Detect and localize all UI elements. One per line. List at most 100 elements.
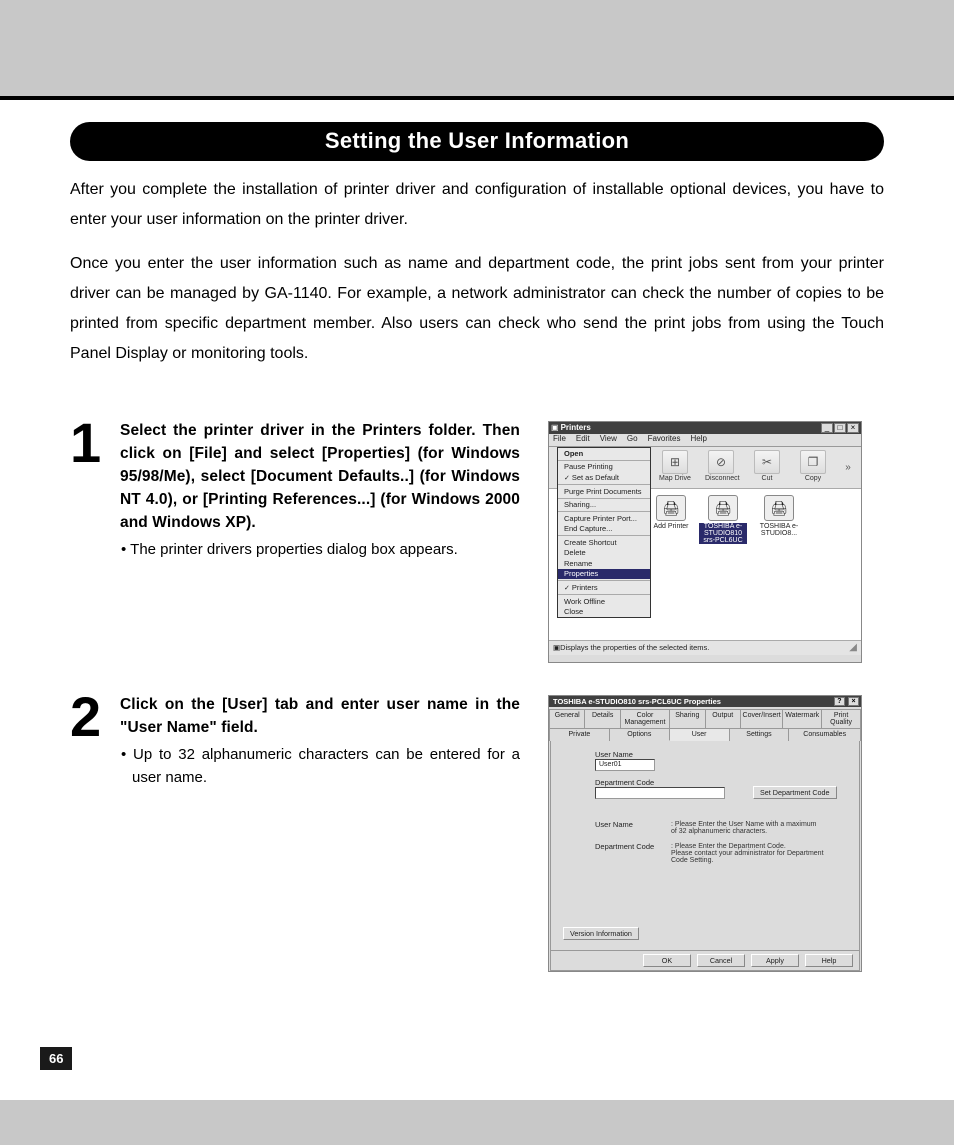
folder-icon: ▣ <box>551 424 559 432</box>
tab-options[interactable]: Options <box>609 728 669 741</box>
menu-create-shortcut[interactable]: Create Shortcut <box>558 537 650 548</box>
tab-strip: General Details Color Management Sharing… <box>549 707 861 741</box>
copy-icon: ❐ <box>800 450 826 474</box>
intro-paragraph-2: Once you enter the user information such… <box>70 249 884 369</box>
user-tab-panel: User Name User01 Department Code Set Dep… <box>550 741 860 951</box>
tab-consumables[interactable]: Consumables <box>788 728 861 741</box>
toolbar-disconnect-button[interactable]: ⊘Disconnect <box>705 449 737 486</box>
deptcode-label: Department Code <box>595 779 845 787</box>
tab-general[interactable]: General <box>549 709 584 728</box>
tab-color-management[interactable]: Color Management <box>620 709 669 728</box>
menu-purge[interactable]: Purge Print Documents <box>558 486 650 497</box>
tab-details[interactable]: Details <box>584 709 619 728</box>
version-info-button[interactable]: Version Information <box>563 927 639 940</box>
printer-other-label: TOSHIBA e-STUDIO8... <box>755 523 803 537</box>
tab-private[interactable]: Private <box>549 728 609 741</box>
status-text: Displays the properties of the selected … <box>560 644 709 652</box>
menu-favorites[interactable]: Favorites <box>648 435 681 445</box>
window-controls: _ □ × <box>821 423 859 433</box>
document-page: Setting the User Information After you c… <box>0 0 954 1145</box>
tab-user[interactable]: User <box>669 728 729 741</box>
window-titlebar: ▣ Printers _ □ × <box>549 422 861 434</box>
username-label: User Name <box>595 751 845 759</box>
chevron-right-icon[interactable]: » <box>843 463 853 473</box>
toolbar-map-drive-button[interactable]: ⊞Map Drive <box>659 449 691 486</box>
maximize-icon[interactable]: □ <box>834 423 846 433</box>
deptcode-input[interactable] <box>595 787 725 799</box>
hint-deptcode-label: Department Code <box>595 843 657 864</box>
tab-settings[interactable]: Settings <box>729 728 789 741</box>
menu-file[interactable]: File <box>553 435 566 445</box>
menu-work-offline[interactable]: Work Offline <box>558 596 650 607</box>
hint-username-text: : Please Enter the User Name with a maxi… <box>671 821 821 835</box>
printer-selected-item[interactable]: 🖨 TOSHIBA e-STUDIO810 srs-PCL6UC <box>699 495 747 544</box>
tab-watermark[interactable]: Watermark <box>782 709 821 728</box>
step-1-number: 1 <box>70 419 110 467</box>
step-1-note: The printer drivers properties dialog bo… <box>120 538 520 561</box>
help-button[interactable]: Help <box>805 954 853 967</box>
resize-grip-icon[interactable]: ◢ <box>849 643 857 653</box>
menu-printers[interactable]: Printers <box>558 582 650 593</box>
screenshot-printers-window: ▣ Printers _ □ × File Edit View Go Fav <box>548 421 862 663</box>
menu-sharing[interactable]: Sharing... <box>558 500 650 511</box>
page-number: 66 <box>40 1047 72 1070</box>
hint-deptcode-text: : Please Enter the Department Code. Plea… <box>671 843 831 864</box>
menu-view[interactable]: View <box>600 435 617 445</box>
dialog-window-controls: ? × <box>833 697 859 706</box>
dialog-button-bar: OK Cancel Apply Help <box>550 951 860 971</box>
close-icon[interactable]: × <box>848 697 859 706</box>
step-1-heading: Select the printer driver in the Printer… <box>120 419 520 534</box>
step-2: 2 Click on the [User] tab and enter user… <box>70 693 884 972</box>
printer-icon: 🖨 <box>708 495 738 521</box>
step-2-number: 2 <box>70 693 110 741</box>
dialog-title: TOSHIBA e-STUDIO810 srs-PCL6UC Propertie… <box>551 698 833 706</box>
menu-delete[interactable]: Delete <box>558 548 650 559</box>
tab-sharing[interactable]: Sharing <box>669 709 704 728</box>
content-area: Setting the User Information After you c… <box>0 100 954 1100</box>
step-2-heading: Click on the [User] tab and enter user n… <box>120 693 520 739</box>
toolbar-copy-button[interactable]: ❐Copy <box>797 449 829 486</box>
status-icon: ▣ <box>553 644 560 652</box>
menu-pause-printing[interactable]: Pause Printing <box>558 462 650 473</box>
hint-username-label: User Name <box>595 821 657 835</box>
menu-edit[interactable]: Edit <box>576 435 590 445</box>
tab-output[interactable]: Output <box>705 709 740 728</box>
add-printer-item[interactable]: 🖨 Add Printer <box>647 495 695 530</box>
tab-print-quality[interactable]: Print Quality <box>821 709 861 728</box>
menu-properties[interactable]: Properties <box>558 569 650 580</box>
cancel-button[interactable]: Cancel <box>697 954 745 967</box>
menu-close[interactable]: Close <box>558 607 650 618</box>
set-department-code-button[interactable]: Set Department Code <box>753 786 837 799</box>
menu-go[interactable]: Go <box>627 435 638 445</box>
toolbar-cut-button[interactable]: ✂Cut <box>751 449 783 486</box>
cut-icon: ✂ <box>754 450 780 474</box>
status-bar: ▣ Displays the properties of the selecte… <box>549 641 861 655</box>
section-title: Setting the User Information <box>70 122 884 161</box>
step-1-body: Select the printer driver in the Printer… <box>120 419 520 561</box>
toolbar-disc-label: Disconnect <box>705 475 737 482</box>
menu-end-capture[interactable]: End Capture... <box>558 524 650 535</box>
header-band <box>0 0 954 100</box>
tab-cover-insert[interactable]: Cover/Insert <box>740 709 782 728</box>
close-icon[interactable]: × <box>847 423 859 433</box>
minimize-icon[interactable]: _ <box>821 423 833 433</box>
printer-other-item[interactable]: 🖨 TOSHIBA e-STUDIO8... <box>755 495 803 537</box>
menu-help[interactable]: Help <box>690 435 706 445</box>
printer-icon: 🖨 <box>764 495 794 521</box>
map-drive-icon: ⊞ <box>662 450 688 474</box>
screenshot-properties-dialog: TOSHIBA e-STUDIO810 srs-PCL6UC Propertie… <box>548 695 862 972</box>
menu-open[interactable]: Open <box>558 448 650 459</box>
ok-button[interactable]: OK <box>643 954 691 967</box>
menu-capture-port[interactable]: Capture Printer Port... <box>558 513 650 524</box>
toolbar-cut-label: Cut <box>751 475 783 482</box>
intro-paragraph-1: After you complete the installation of p… <box>70 175 884 235</box>
step-2-body: Click on the [User] tab and enter user n… <box>120 693 520 789</box>
menu-set-as-default[interactable]: Set as Default <box>558 472 650 483</box>
menu-bar: File Edit View Go Favorites Help <box>549 434 861 447</box>
apply-button[interactable]: Apply <box>751 954 799 967</box>
step-2-note: Up to 32 alphanumeric characters can be … <box>120 743 520 789</box>
username-input[interactable]: User01 <box>595 759 655 771</box>
help-icon[interactable]: ? <box>834 697 845 706</box>
disconnect-icon: ⊘ <box>708 450 734 474</box>
menu-rename[interactable]: Rename <box>558 558 650 569</box>
